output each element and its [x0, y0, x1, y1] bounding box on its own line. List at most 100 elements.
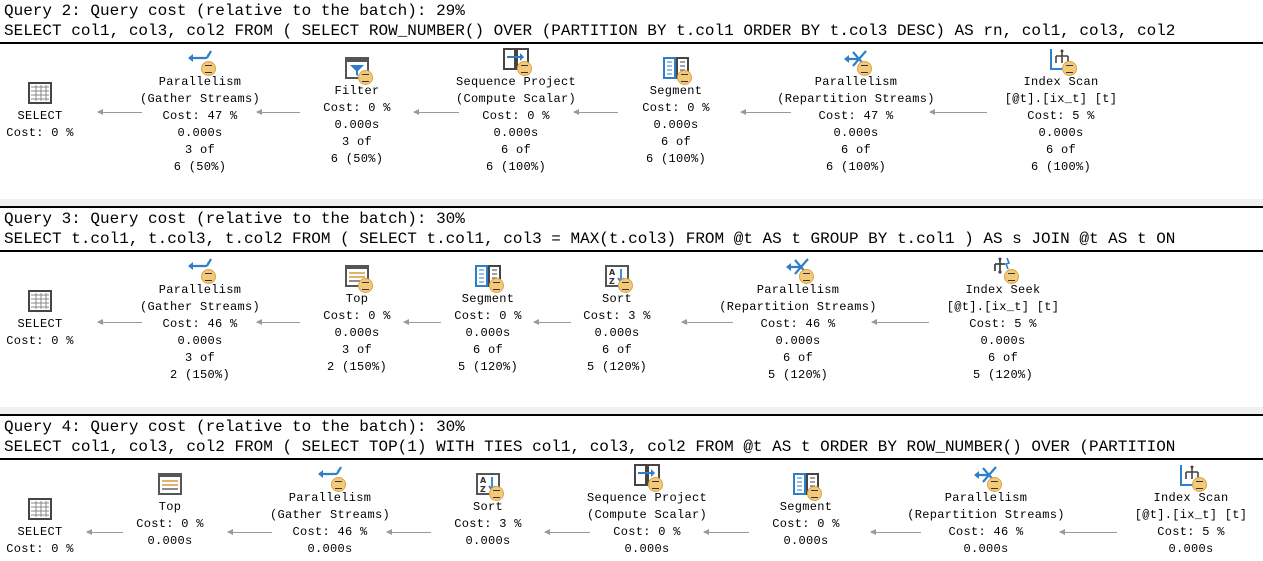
data-flow-arrow [869, 529, 922, 535]
sort-icon: AZ [603, 265, 633, 293]
plan-operator-sort[interactable]: A Z Sort Cost: 3 % 0.000s 6 of 5 (120%) [537, 265, 697, 376]
operator-detail: 5 (120%) [972, 368, 1033, 382]
data-flow-arrow [870, 319, 930, 325]
operator-detail: 0.000s [177, 126, 223, 140]
parallelism-repartition-icon [842, 48, 872, 76]
operator-detail: 6 (50%) [173, 160, 227, 174]
parallel-badge-icon [987, 477, 1002, 492]
operator-detail: 0.000s [465, 534, 511, 548]
plan-operator-index-scan[interactable]: Index Scan [@t].[ix_t] [t] Cost: 5 % 0.000s [1111, 464, 1263, 558]
operator-name: Parallelism [288, 491, 372, 505]
plan-operator-index-scan[interactable]: Index Scan [@t].[ix_t] [t] Cost: 5 % 0.000s… [981, 48, 1141, 176]
data-flow-arrow [255, 109, 301, 115]
data-flow-arrow [928, 109, 988, 115]
plan-operator-index-seek[interactable]: Index Seek [@t].[ix_t] [t] Cost: 5 % 0.000s… [923, 256, 1083, 384]
operator-name: Parallelism [158, 75, 242, 89]
parallel-badge-icon [331, 477, 346, 492]
parallel-badge-icon [618, 278, 633, 293]
top-icon [156, 473, 184, 497]
operator-detail: (Compute Scalar) [455, 92, 577, 106]
operator-detail: 6 of [1045, 143, 1076, 157]
select-icon [26, 82, 54, 106]
data-flow-arrow [413, 109, 459, 115]
data-flow-arrow [96, 319, 143, 325]
svg-text:Z: Z [609, 277, 615, 286]
parallel-badge-icon [489, 278, 504, 293]
plan-diagram: SELECT Cost: 0 % Parallelism (Gather Stream… [0, 44, 1263, 199]
plan-operator-parallelism[interactable]: Parallelism (Gather Streams) Cost: 46 % 0.0… [250, 464, 410, 558]
data-flow-arrow [255, 319, 301, 325]
filter-icon [343, 57, 373, 85]
parallel-badge-icon [1192, 477, 1207, 492]
plan-operator-sequence-project[interactable]: Sequence Project (Compute Scalar) Cost: 0 … [567, 464, 727, 558]
operator-detail: 6 of [660, 135, 691, 149]
data-flow-arrow [544, 529, 590, 535]
operator-detail: Cost: 0 % [772, 517, 840, 531]
query-sql-text: SELECT t.col1, t.col3, t.col2 FROM ( SEL… [4, 230, 1176, 248]
index-seek-icon [989, 256, 1019, 284]
data-flow-arrow [385, 529, 432, 535]
query-sql-text: SELECT col1, col3, col2 FROM ( SELECT TO… [4, 438, 1176, 456]
operator-name: Segment [779, 500, 833, 514]
operator-detail: 0.000s [334, 118, 380, 132]
operator-detail: 6 of [987, 351, 1018, 365]
plan-operator-top[interactable]: Top Cost: 0 % 0.000s [90, 473, 250, 550]
operator-detail: (Repartition Streams) [777, 92, 935, 106]
operator-detail: 0.000s [624, 542, 670, 556]
svg-text:Z: Z [480, 485, 486, 494]
data-flow-arrow [403, 319, 441, 325]
operator-name: Sort [601, 292, 632, 306]
segment-icon [474, 265, 504, 293]
parallel-badge-icon [201, 269, 216, 284]
data-flow-arrow [739, 109, 792, 115]
parallel-badge-icon [807, 486, 822, 501]
parallel-badge-icon [489, 486, 504, 501]
operator-detail: 0.000s [783, 534, 829, 548]
query-plan-3: Query 3: Query cost (relative to the bat… [0, 206, 1263, 407]
operator-detail: Cost: 46 % [760, 317, 836, 331]
operator-detail: 0.000s [775, 334, 821, 348]
operator-detail: [@t].[ix_t] [t] [1134, 508, 1248, 522]
operator-detail: (Gather Streams) [139, 92, 261, 106]
plan-operator-parallelism[interactable]: Parallelism (Repartition Streams) Cost: 46… [906, 464, 1066, 558]
parallel-badge-icon [677, 70, 692, 85]
segment-icon [662, 57, 692, 85]
parallel-badge-icon [201, 61, 216, 76]
segment-icon [792, 473, 822, 501]
parallelism-repartition-icon [972, 464, 1002, 492]
operator-detail: 0.000s [980, 334, 1026, 348]
operator-detail: 0.000s [1168, 542, 1214, 556]
data-flow-arrow [681, 319, 733, 325]
operator-detail: 3 of [341, 135, 372, 149]
plan-operator-segment[interactable]: Segment Cost: 0 % 0.000s 6 of 6 (100%) [596, 57, 756, 168]
operator-detail: 0.000s [653, 118, 699, 132]
parallel-badge-icon [1004, 269, 1019, 284]
plan-operator-sort[interactable]: A Z Sort Cost: 3 % 0.000s [408, 473, 568, 550]
plan-operator-segment[interactable]: Segment Cost: 0 % 0.000s [726, 473, 886, 550]
operator-detail: Cost: 0 % [6, 334, 74, 348]
operator-detail: 6 of [782, 351, 813, 365]
data-flow-arrow [85, 529, 124, 535]
query-header: Query 3: Query cost (relative to the bat… [0, 206, 1263, 252]
plan-operator-parallelism[interactable]: Parallelism (Repartition Streams) Cost: 46… [718, 256, 878, 384]
operator-name: Sequence Project [455, 75, 577, 89]
operator-detail: Cost: 47 % [818, 109, 894, 123]
operator-name: Sort [472, 500, 503, 514]
query-cost-title: Query 4: Query cost (relative to the bat… [4, 418, 465, 436]
query-plan-4: Query 4: Query cost (relative to the bat… [0, 414, 1263, 561]
operator-detail: (Repartition Streams) [719, 300, 877, 314]
plan-operator-parallelism[interactable]: Parallelism (Repartition Streams) Cost: 47… [776, 48, 936, 176]
operator-detail: 6 of [500, 143, 531, 157]
svg-text:A: A [609, 268, 616, 277]
operator-name: Filter [334, 84, 380, 98]
operator-detail: (Repartition Streams) [907, 508, 1065, 522]
operator-name: Parallelism [814, 75, 898, 89]
parallel-badge-icon [1062, 61, 1077, 76]
operator-name: Top [158, 500, 182, 514]
index-scan-icon [1177, 464, 1207, 492]
operator-detail: 3 of [184, 351, 215, 365]
query-sql-text: SELECT col1, col3, col2 FROM ( SELECT RO… [4, 22, 1176, 40]
plan-diagram: SELECT Cost: 0 % Parallelism (Gather Stream… [0, 252, 1263, 407]
operator-detail: Cost: 0 % [6, 126, 74, 140]
query-header: Query 2: Query cost (relative to the bat… [0, 0, 1263, 44]
